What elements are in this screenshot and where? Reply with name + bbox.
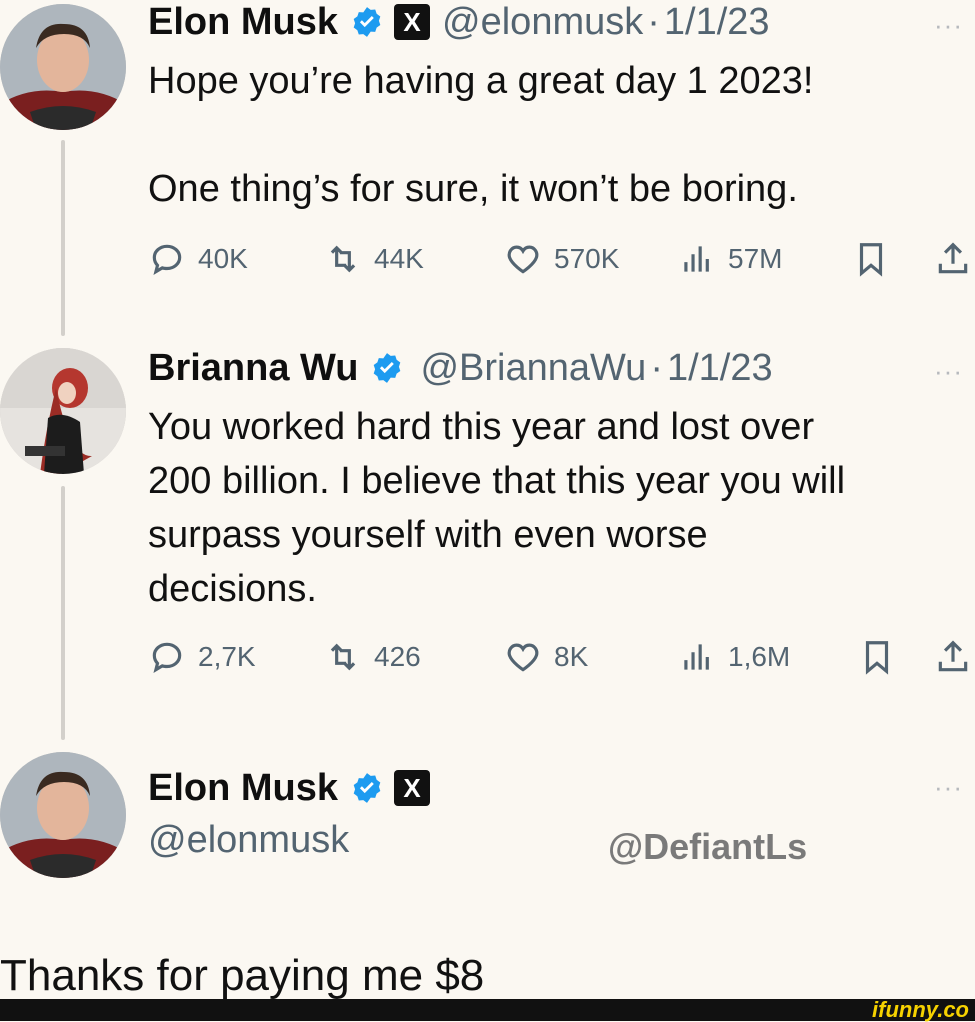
avatar-brianna-wu[interactable] (0, 348, 126, 474)
like-icon (507, 245, 539, 274)
reply-button[interactable]: 2,7K (148, 638, 256, 676)
tweet-text-line: One thing’s for sure, it won’t be boring… (148, 168, 798, 210)
reply-count: 2,7K (198, 641, 256, 672)
bookmark-icon (865, 641, 889, 675)
verified-icon (353, 7, 381, 37)
reply-button[interactable]: 40K (148, 240, 248, 278)
tweet-text-line: You worked hard this year and lost over (148, 406, 815, 448)
more-options-icon[interactable]: ··· (934, 772, 963, 803)
more-options-icon[interactable]: ··· (934, 356, 963, 387)
more-options-icon[interactable]: ··· (934, 10, 963, 41)
x-badge-icon: X (394, 4, 431, 40)
repost-icon (330, 245, 356, 273)
reply-count: 40K (198, 243, 248, 274)
views-button[interactable]: 57M (678, 240, 782, 278)
separator-dot: · (647, 1, 660, 43)
author-handle[interactable]: @elonmusk (442, 0, 643, 44)
views-icon (684, 644, 709, 670)
author-handle[interactable]: @elonmusk (148, 818, 349, 862)
verified-icon (374, 353, 401, 383)
tweet1-header: Elon Musk X @elonmusk · 1/1/23 (148, 0, 770, 44)
avatar-elon-musk[interactable] (0, 752, 126, 878)
tweet1-text: Hope you’re having a great day 1 2023! O… (148, 54, 813, 216)
tweet-text-line: 200 billion. I believe that this year yo… (148, 460, 846, 502)
x-badge-icon: X (394, 770, 431, 806)
author-name[interactable]: Elon Musk (148, 766, 338, 810)
tweet3-header: Elon Musk X (148, 766, 431, 810)
author-name[interactable]: Brianna Wu (148, 346, 358, 390)
thread-connector (61, 486, 65, 740)
share-button[interactable] (934, 240, 975, 278)
share-icon (938, 640, 968, 672)
repost-count: 426 (374, 641, 421, 672)
views-count: 1,6M (728, 641, 791, 672)
ifunny-footer: ifunny.co (0, 999, 975, 1021)
views-icon (684, 246, 709, 272)
caption: Thanks for paying me $8 (0, 951, 485, 1000)
watermark-text: @DefiantLs (608, 826, 808, 867)
tweet-date[interactable]: 1/1/23 (664, 0, 770, 44)
views-button[interactable]: 1,6M (678, 638, 790, 676)
share-icon (938, 242, 968, 274)
verified-icon (353, 773, 381, 803)
like-icon (507, 643, 539, 672)
bookmark-button[interactable] (852, 240, 902, 278)
tweet2-actions: 2,7K 426 8K 1,6M (148, 638, 975, 684)
tweet2-header: Brianna Wu @BriannaWu · 1/1/23 (148, 346, 773, 390)
separator-dot: · (650, 347, 663, 389)
author-handle[interactable]: @BriannaWu (420, 346, 646, 390)
repost-button[interactable]: 44K (324, 240, 424, 278)
tweet2-text: You worked hard this year and lost over … (148, 400, 845, 616)
bookmark-button[interactable] (858, 638, 908, 676)
tweet-text-line (148, 108, 813, 162)
tweet-text-line: surpass yourself with even worse (148, 514, 708, 556)
share-button[interactable] (934, 638, 975, 676)
reply-icon (152, 244, 182, 275)
tweet1-actions: 40K 44K 570K 57M (148, 240, 975, 286)
like-button[interactable]: 8K (504, 638, 588, 676)
like-count: 570K (554, 243, 620, 274)
repost-icon (330, 643, 356, 671)
reply-icon (152, 642, 182, 673)
like-count: 8K (554, 641, 589, 672)
ifunny-logo[interactable]: ifunny.co (872, 999, 969, 1021)
bookmark-icon (859, 243, 883, 277)
repost-count: 44K (374, 243, 424, 274)
repost-button[interactable]: 426 (324, 638, 421, 676)
author-name[interactable]: Elon Musk (148, 0, 338, 44)
like-button[interactable]: 570K (504, 240, 619, 278)
tweet-date[interactable]: 1/1/23 (667, 346, 773, 390)
tweet-text-line: Hope you’re having a great day 1 2023! (148, 60, 814, 102)
tweet-text-line: decisions. (148, 568, 317, 610)
thread-connector (61, 140, 65, 336)
avatar-elon-musk[interactable] (0, 4, 126, 130)
views-count: 57M (728, 243, 783, 274)
